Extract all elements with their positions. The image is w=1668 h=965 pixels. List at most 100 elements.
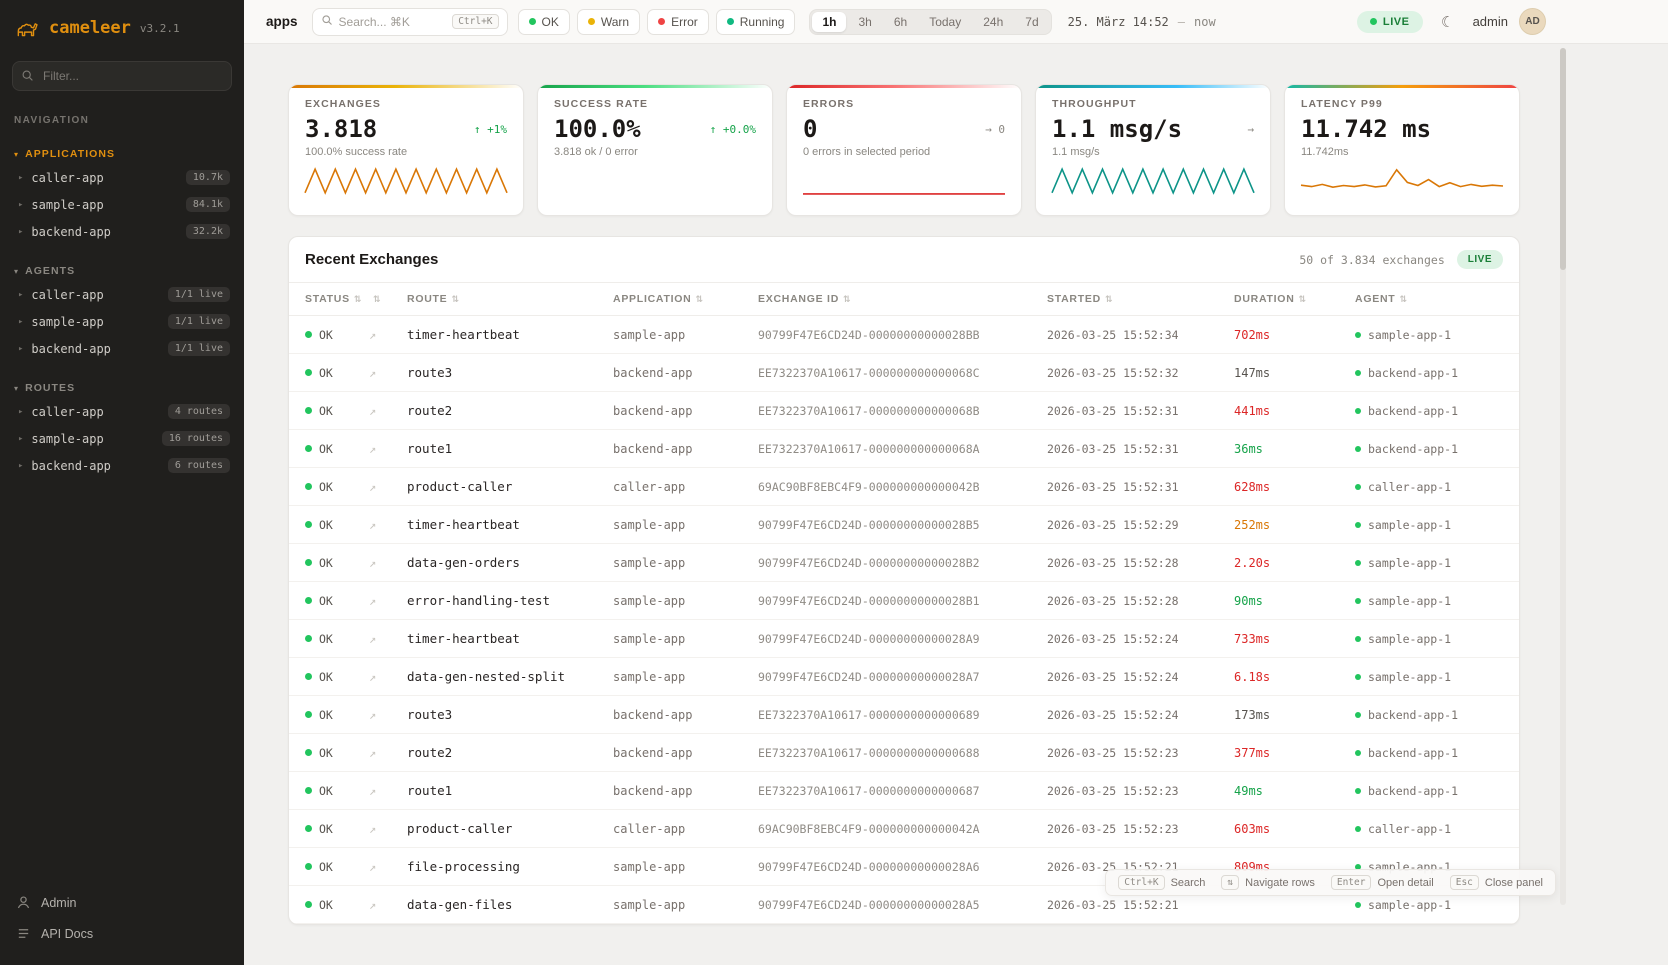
sidebar-item-route[interactable]: ▸ caller-app 4 routes (0, 398, 244, 425)
sidebar-section-agents[interactable]: ▾ AGENTS (0, 261, 244, 281)
sidebar-footer: Admin API Docs (0, 877, 244, 965)
logo[interactable]: cameleer v3.2.1 (0, 0, 244, 51)
sidebar-item-application[interactable]: ▸ caller-app 10.7k (0, 164, 244, 191)
status-dot-icon (305, 407, 312, 414)
open-detail-icon[interactable]: ↗ (369, 746, 407, 760)
column-header[interactable]: STATUS ⇅ (289, 293, 369, 305)
sidebar-item-agent[interactable]: ▸ caller-app 1/1 live (0, 281, 244, 308)
sidebar-item-agent[interactable]: ▸ sample-app 1/1 live (0, 308, 244, 335)
table-row[interactable]: OK ↗ product-caller caller-app 69AC90BF8… (289, 468, 1519, 506)
avatar[interactable]: AD (1519, 8, 1546, 35)
column-header[interactable]: ⇅ (369, 294, 407, 305)
range-button[interactable]: 24h (973, 12, 1013, 32)
section-title: APPLICATIONS (25, 148, 115, 160)
status-dot-icon (305, 445, 312, 452)
user-name[interactable]: admin (1473, 14, 1508, 29)
table-row[interactable]: OK ↗ product-caller caller-app 69AC90BF8… (289, 810, 1519, 848)
section-title: AGENTS (25, 265, 75, 277)
live-badge: 1/1 live (168, 314, 230, 329)
sidebar-item-admin[interactable]: Admin (0, 887, 244, 918)
agent-label: caller-app-1 (1368, 480, 1451, 494)
open-detail-icon[interactable]: ↗ (369, 632, 407, 646)
table-row[interactable]: OK ↗ timer-heartbeat sample-app 90799F47… (289, 620, 1519, 658)
range-button[interactable]: 6h (884, 12, 917, 32)
range-button[interactable]: Today (919, 12, 971, 32)
sidebar-item-application[interactable]: ▸ backend-app 32.2k (0, 218, 244, 245)
card-accent-bar (787, 85, 1021, 88)
open-detail-icon[interactable]: ↗ (369, 860, 407, 874)
stat-subtext: 100.0% success rate (305, 146, 507, 158)
column-header[interactable]: DURATION ⇅ (1234, 293, 1355, 305)
table-row[interactable]: OK ↗ error-handling-test sample-app 9079… (289, 582, 1519, 620)
stat-subtext: 0 errors in selected period (803, 146, 1005, 158)
duration-cell: 147ms (1234, 366, 1355, 380)
chevron-down-icon: ▾ (14, 384, 19, 393)
column-header[interactable]: EXCHANGE ID ⇅ (758, 293, 1047, 305)
table-row[interactable]: OK ↗ route2 backend-app EE7322370A10617-… (289, 392, 1519, 430)
filter-input[interactable] (12, 61, 232, 91)
time-range-group: 1h 3h 6h Today 24h 7d (809, 9, 1051, 35)
scrollbar-thumb[interactable] (1560, 48, 1566, 270)
live-toggle[interactable]: LIVE (1357, 11, 1423, 33)
open-detail-icon[interactable]: ↗ (369, 898, 407, 912)
range-button[interactable]: 1h (812, 12, 846, 32)
sidebar-section-applications[interactable]: ▾ APPLICATIONS (0, 144, 244, 164)
column-header[interactable]: ROUTE ⇅ (407, 293, 613, 305)
sidebar-item-agent[interactable]: ▸ backend-app 1/1 live (0, 335, 244, 362)
open-detail-icon[interactable]: ↗ (369, 404, 407, 418)
column-header[interactable]: APPLICATION ⇅ (613, 293, 758, 305)
open-detail-icon[interactable]: ↗ (369, 328, 407, 342)
table-live-badge[interactable]: LIVE (1457, 250, 1503, 269)
open-detail-icon[interactable]: ↗ (369, 784, 407, 798)
open-detail-icon[interactable]: ↗ (369, 518, 407, 532)
duration-cell: 377ms (1234, 746, 1355, 760)
breadcrumb[interactable]: apps (266, 14, 298, 29)
sidebar-item-route[interactable]: ▸ backend-app 6 routes (0, 452, 244, 479)
open-detail-icon[interactable]: ↗ (369, 366, 407, 380)
filter-chip[interactable]: Error (647, 9, 709, 35)
table-row[interactable]: OK ↗ route3 backend-app EE7322370A10617-… (289, 696, 1519, 734)
table-row[interactable]: OK ↗ route3 backend-app EE7322370A10617-… (289, 354, 1519, 392)
dark-mode-toggle[interactable]: ☾ (1434, 8, 1462, 36)
table-row[interactable]: OK ↗ route2 backend-app EE7322370A10617-… (289, 734, 1519, 772)
hint-label: Open detail (1377, 877, 1433, 889)
filter-chip[interactable]: Warn (577, 9, 640, 35)
kbd-key: Ctrl+K (1118, 875, 1164, 890)
table-row[interactable]: OK ↗ route1 backend-app EE7322370A10617-… (289, 430, 1519, 468)
time-range-display[interactable]: 25. März 14:52 — now (1068, 15, 1216, 29)
open-detail-icon[interactable]: ↗ (369, 670, 407, 684)
table-row[interactable]: OK ↗ timer-heartbeat sample-app 90799F47… (289, 506, 1519, 544)
duration-cell: 90ms (1234, 594, 1355, 608)
table-row[interactable]: OK ↗ data-gen-orders sample-app 90799F47… (289, 544, 1519, 582)
open-detail-icon[interactable]: ↗ (369, 822, 407, 836)
status-label: OK (319, 784, 333, 798)
table-row[interactable]: OK ↗ data-gen-nested-split sample-app 90… (289, 658, 1519, 696)
table-title: Recent Exchanges (305, 251, 438, 268)
status-cell: OK (289, 632, 369, 646)
search-input[interactable]: Search... ⌘K Ctrl+K (312, 8, 508, 36)
open-detail-icon[interactable]: ↗ (369, 556, 407, 570)
table-row[interactable]: OK ↗ timer-heartbeat sample-app 90799F47… (289, 316, 1519, 354)
open-detail-icon[interactable]: ↗ (369, 442, 407, 456)
routes-badge: 6 routes (168, 458, 230, 473)
scrollbar[interactable] (1560, 48, 1566, 905)
column-header[interactable]: AGENT ⇅ (1355, 293, 1519, 305)
sidebar-item-application[interactable]: ▸ sample-app 84.1k (0, 191, 244, 218)
range-button[interactable]: 7d (1015, 12, 1048, 32)
filter-chip[interactable]: Running (716, 9, 796, 35)
open-detail-icon[interactable]: ↗ (369, 594, 407, 608)
sidebar-item-route[interactable]: ▸ sample-app 16 routes (0, 425, 244, 452)
started-cell: 2026-03-25 15:52:31 (1047, 480, 1234, 494)
route-cell: route2 (407, 745, 613, 760)
started-cell: 2026-03-25 15:52:24 (1047, 708, 1234, 722)
status-dot-icon (305, 369, 312, 376)
table-row[interactable]: OK ↗ route1 backend-app EE7322370A10617-… (289, 772, 1519, 810)
range-button[interactable]: 3h (848, 12, 881, 32)
open-detail-icon[interactable]: ↗ (369, 480, 407, 494)
column-header[interactable]: STARTED ⇅ (1047, 293, 1234, 305)
sidebar-item-api-docs[interactable]: API Docs (0, 918, 244, 949)
duration-cell: 49ms (1234, 784, 1355, 798)
open-detail-icon[interactable]: ↗ (369, 708, 407, 722)
sidebar-section-routes[interactable]: ▾ ROUTES (0, 378, 244, 398)
filter-chip[interactable]: OK (518, 9, 570, 35)
